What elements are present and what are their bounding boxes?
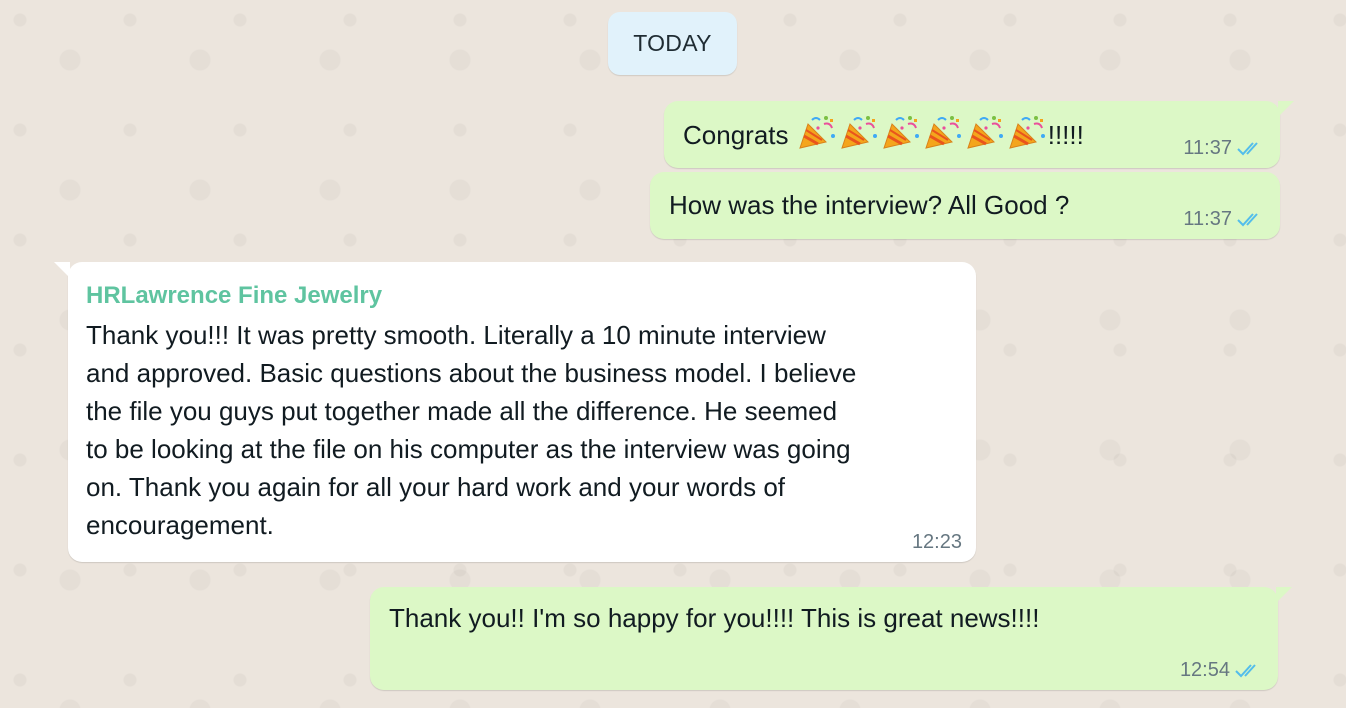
bubble-tail (1278, 101, 1294, 117)
message-text-congrats: Congrats (683, 120, 789, 150)
message-text: Thank you!! I'm so happy for you!!!! Thi… (389, 603, 1040, 633)
party-popper-icon (1006, 114, 1048, 154)
message-line: on. Thank you again for all your hard wo… (86, 472, 786, 502)
party-emoji-row (796, 116, 1048, 150)
outgoing-message-interview-question[interactable]: How was the interview? All Good ? 11:37 (650, 172, 1280, 239)
message-meta: 12:23 (912, 531, 962, 554)
party-popper-icon (838, 114, 880, 154)
message-line: Thank you!!! It was pretty smooth. Liter… (86, 320, 826, 350)
party-popper-icon (922, 114, 964, 154)
message-line: the file you guys put together made all … (86, 396, 838, 426)
bubble-tail (1276, 587, 1292, 603)
read-double-check-icon (1236, 212, 1264, 228)
party-popper-icon (964, 114, 1006, 154)
message-text: Thank you!!! It was pretty smooth. Liter… (86, 316, 856, 544)
bubble-tail (54, 262, 70, 278)
sender-name[interactable]: HRLawrence Fine Jewelry (86, 282, 856, 310)
message-time: 12:54 (1179, 659, 1230, 681)
read-double-check-icon (1236, 141, 1264, 157)
message-text: How was the interview? All Good ? (669, 190, 1070, 220)
message-line: to be looking at the file on his compute… (86, 434, 851, 464)
message-text: Congrats !!!!! (683, 114, 1084, 154)
message-meta: 11:37 (1183, 137, 1264, 160)
party-popper-icon (796, 114, 838, 154)
incoming-message-reply[interactable]: HRLawrence Fine Jewelry Thank you!!! It … (54, 262, 976, 562)
message-meta: 12:54 (1180, 659, 1262, 682)
party-popper-icon (880, 114, 922, 154)
outgoing-message-thank-you[interactable]: Thank you!! I'm so happy for you!!!! Thi… (370, 587, 1292, 690)
message-time: 11:37 (1183, 137, 1232, 159)
message-time: 11:37 (1183, 208, 1232, 230)
read-double-check-icon (1234, 663, 1262, 679)
message-meta: 11:37 (1183, 208, 1264, 231)
message-suffix: !!!!! (1047, 120, 1084, 150)
outgoing-message-congrats[interactable]: Congrats !!!!! 11:37 (664, 101, 1294, 168)
message-line: encouragement. (86, 510, 274, 540)
message-line: and approved. Basic questions about the … (86, 358, 857, 388)
date-separator: TODAY (608, 12, 737, 75)
message-time: 12:23 (911, 531, 962, 553)
